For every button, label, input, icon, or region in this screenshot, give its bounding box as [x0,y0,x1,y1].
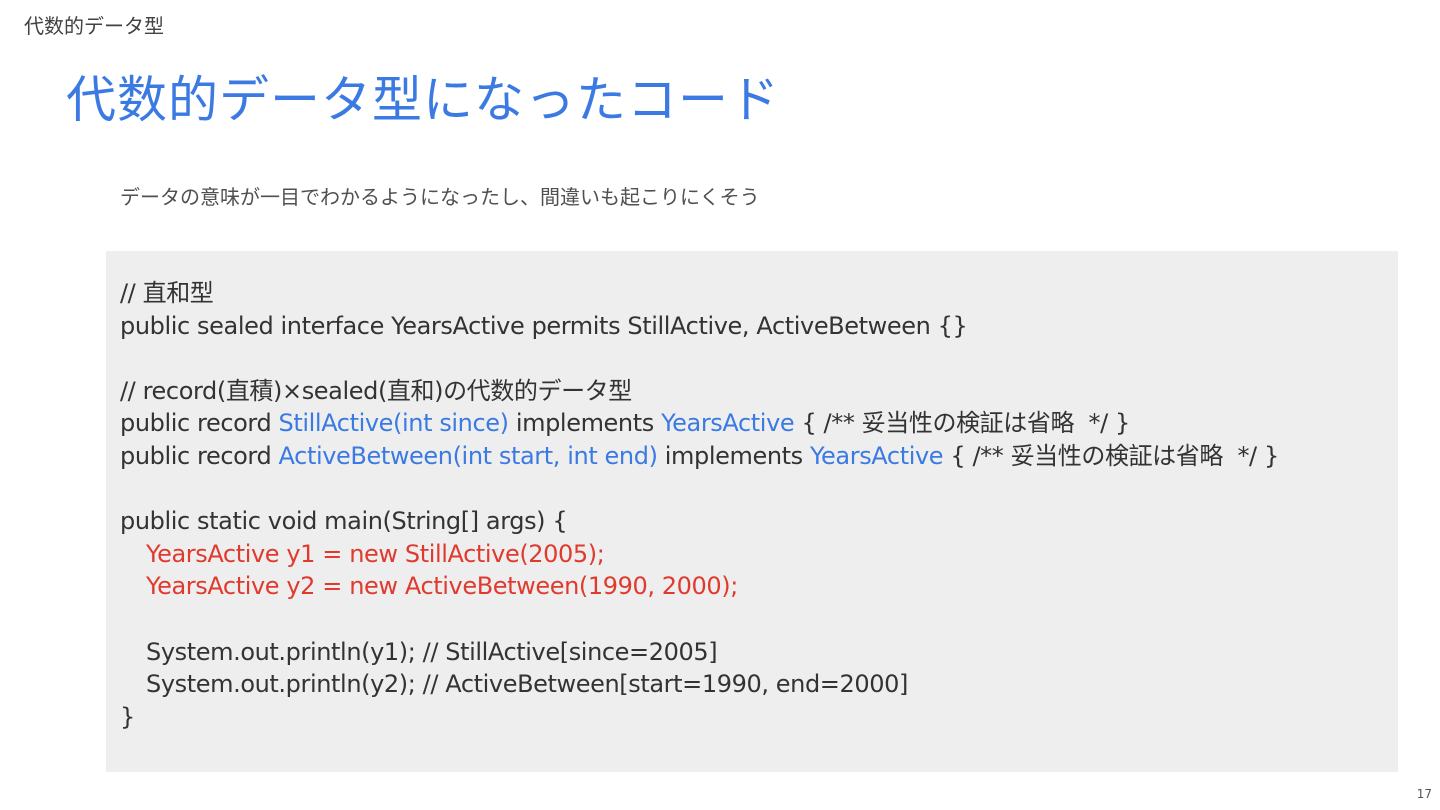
page-number: 17 [1416,787,1432,801]
code-line-comment-adt: // record(直積)×sealed(直和)の代数的データ型 [120,376,632,405]
code-token-highlight: YearsActive [661,409,795,438]
code-line-main-signature: public static void main(String[] args) { [120,507,568,536]
code-line-closing-brace: } [120,702,135,731]
code-line-print-y2: System.out.println(y2); // ActiveBetween… [146,670,908,699]
code-token: public record [120,409,279,438]
code-line-record-active-between: public record ActiveBetween(int start, i… [120,440,1398,473]
code-line-y2-declaration: YearsActive y2 = new ActiveBetween(1990,… [146,572,738,601]
code-token: public record [120,441,279,470]
code-line-y1-declaration: YearsActive y1 = new StillActive(2005); [146,539,605,568]
code-token-highlight: StillActive(int since) [278,409,509,438]
code-line-record-still-active: public record StillActive(int since) imp… [120,407,1398,440]
code-block: // 直和型 public sealed interface YearsActi… [106,251,1398,772]
code-line-print-y1: System.out.println(y1); // StillActive[s… [146,637,718,666]
slide-title: 代数的データ型になったコード [66,71,780,129]
code-line-comment-sum-type: // 直和型 [120,279,214,307]
code-token: { /** 妥当性の検証は省略 */ } [794,409,1130,438]
code-line-sealed-interface: public sealed interface YearsActive perm… [120,311,968,340]
code-token-highlight: ActiveBetween(int start, int end) [278,441,658,470]
slide-subtitle: データの意味が一目でわかるようになったし、間違いも起こりにくそう [120,185,760,209]
code-token: { /** 妥当性の検証は省略 */ } [943,441,1279,470]
section-label: 代数的データ型 [24,14,164,38]
code-token: implements [508,409,662,438]
code-token-highlight: YearsActive [809,441,944,470]
code-token: implements [657,441,810,470]
